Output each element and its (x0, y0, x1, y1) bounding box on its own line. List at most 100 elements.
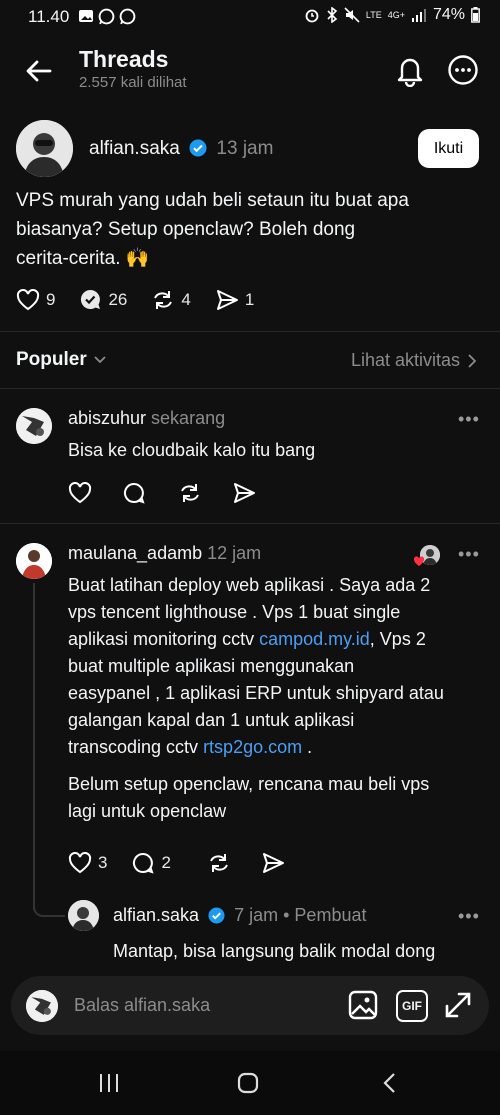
share-icon (216, 289, 238, 310)
post-author[interactable]: alfian.saka (89, 138, 180, 159)
link-rtsp2go[interactable]: rtsp2go.com (203, 737, 302, 757)
more-options-icon[interactable] (447, 54, 479, 86)
commenter-avatar[interactable] (16, 408, 52, 444)
reply-more-icon[interactable]: ••• (458, 906, 480, 927)
author-badge: • Pembuat (283, 905, 367, 925)
comment-icon[interactable] (122, 482, 146, 504)
comment-line: easypanel , 1 aplikasi ERP untuk shipyar… (68, 683, 444, 703)
comment-line: aplikasi monitoring cctv campod.my.id, V… (68, 626, 488, 653)
verified-badge-icon (208, 907, 225, 924)
link-campod[interactable]: campod.my.id (259, 629, 370, 649)
comment-author[interactable]: maulana_adamb (68, 543, 202, 563)
comment-line: Buat latihan deploy web aplikasi . Saya … (68, 575, 431, 595)
sort-selector[interactable]: Populer (16, 349, 107, 371)
activity-link[interactable]: Lihat aktivitas (351, 350, 476, 371)
recent-apps-icon[interactable] (98, 1073, 120, 1093)
top-bar: Threads 2.557 kali dilihat (0, 40, 500, 102)
composer-avatar (26, 990, 58, 1022)
comment-count: 26 (108, 289, 128, 309)
thread-connector (33, 905, 65, 917)
comment-more-icon[interactable]: ••• (458, 409, 480, 430)
share-count: 1 (244, 289, 255, 309)
divider (0, 523, 500, 524)
bell-icon[interactable] (394, 53, 426, 87)
repost-icon[interactable] (207, 852, 231, 874)
post-text-line: VPS murah yang udah beli setaun itu buat… (16, 190, 409, 211)
reply-author-avatar[interactable] (68, 900, 99, 931)
comment-time: 12 jam (207, 543, 262, 563)
sort-label: Populer (16, 349, 87, 370)
signal-icon (411, 9, 426, 22)
post-text-line: biasanya? Setup openclaw? Boleh dong (16, 219, 356, 240)
reply-time: 7 jam (234, 905, 279, 925)
comment-actions: 3 2 (68, 852, 285, 874)
heart-icon (68, 852, 92, 874)
status-time: 11.40 (28, 7, 70, 26)
post-author-line: alfian.saka 13 jam (89, 138, 273, 160)
comment-actions (68, 482, 256, 504)
author-avatar[interactable] (16, 120, 73, 177)
battery-percent: 74% (432, 6, 465, 23)
battery-icon (471, 7, 480, 23)
comment-text: Buat latihan deploy web aplikasi . Saya … (68, 572, 488, 825)
comment-time: sekarang (151, 408, 226, 428)
share-icon[interactable] (261, 852, 285, 874)
comment-action[interactable]: 26 (79, 288, 127, 311)
post-text: VPS murah yang udah beli setaun itu buat… (16, 186, 476, 273)
repost-action[interactable]: 4 (151, 289, 191, 311)
whatsapp-icon (98, 8, 115, 25)
heart-icon[interactable] (68, 482, 92, 504)
divider (0, 331, 500, 332)
whatsapp-icon-2 (119, 8, 136, 25)
reply-placeholder: Balas alfian.saka (74, 995, 211, 1015)
home-icon[interactable] (237, 1072, 259, 1094)
comment-author[interactable]: abiszuhur (68, 408, 146, 428)
comment-line: galangan kapal dan 1 untuk aplikasi (68, 710, 355, 730)
gif-button[interactable]: GIF (396, 990, 428, 1022)
comment-line: buat multiple aplikasi menggunakan (68, 656, 355, 676)
bluetooth-icon (327, 7, 338, 23)
share-action[interactable]: 1 (215, 289, 254, 311)
reply-author[interactable]: alfian.saka (113, 905, 199, 925)
follow-button[interactable]: Ikuti (418, 129, 479, 168)
comment-text: Bisa ke cloudbaik kalo itu bang (68, 440, 316, 460)
notification-icons (78, 8, 136, 25)
comment-count: 2 (161, 853, 171, 872)
comment-more-icon[interactable]: ••• (458, 544, 480, 565)
repost-count: 4 (181, 289, 191, 309)
comment-line: Belum setup openclaw, rencana mau beli v… (68, 774, 430, 794)
comment-line: lagi untuk openclaw (68, 801, 227, 821)
commenter-avatar[interactable] (16, 543, 52, 579)
thread-line (33, 583, 35, 910)
reply-text: Mantap, bisa langsung balik modal dong (113, 941, 436, 961)
comment-line: transcoding cctv rtsp2go.com . (68, 734, 488, 761)
comment-line-text: , Vps 2 (369, 629, 426, 649)
repost-icon (154, 290, 173, 309)
mute-icon (344, 7, 360, 23)
reply-header: alfian.saka 7 jam • Pembuat (113, 905, 366, 926)
system-nav-bar (0, 1051, 500, 1115)
like-count: 9 (46, 289, 56, 309)
gallery-icon (79, 10, 93, 22)
post-time: 13 jam (216, 138, 274, 159)
system-icons: LTE 4G+ 74% (304, 6, 480, 24)
share-icon[interactable] (232, 482, 256, 504)
verified-badge-icon (189, 139, 207, 157)
repost-icon[interactable] (178, 482, 202, 504)
like-action[interactable]: 9 (16, 288, 56, 311)
comment-line-text: . (302, 737, 313, 757)
back-nav-icon[interactable] (382, 1072, 396, 1094)
expand-icon[interactable] (443, 990, 473, 1020)
activity-label: Lihat aktivitas (350, 350, 460, 370)
like-count: 3 (98, 853, 108, 872)
divider (0, 388, 500, 389)
comment-checked-icon (81, 289, 101, 309)
comment-action[interactable]: 2 (131, 852, 171, 874)
post-text-line: cerita-cerita. 🙌 (16, 248, 150, 269)
network-label: 4G+ (387, 9, 405, 20)
reply-composer[interactable]: Balas alfian.saka GIF (11, 976, 489, 1035)
image-icon[interactable] (348, 990, 378, 1020)
like-action[interactable]: 3 (68, 852, 107, 874)
back-arrow-icon[interactable] (24, 56, 54, 86)
page-title: Threads (79, 46, 169, 72)
